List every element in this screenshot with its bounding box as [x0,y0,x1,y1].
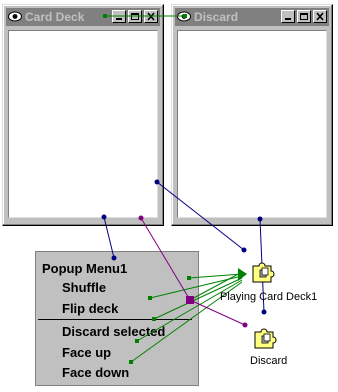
wire-endpoint [187,276,191,280]
wire-endpoint [183,14,187,18]
connection-wires [101,14,267,364]
wire-endpoint [111,255,117,261]
wire-endpoint [103,14,107,18]
wire [189,299,246,326]
wire-endpoint [154,179,160,185]
wire-endpoint [135,339,139,343]
wire-endpoint [242,322,248,328]
junction-node [186,296,194,304]
puzzle-piece-icon [252,262,275,283]
wire-endpoint [241,247,247,253]
wire-endpoint [257,216,263,222]
wire-endpoint [261,309,267,315]
wire-endpoint [129,360,133,364]
wire-endpoint [148,296,152,300]
wire-endpoint [101,214,107,220]
playing-card-deck-label: Playing Card Deck1 [220,291,318,303]
wire [140,217,191,301]
wire [156,181,245,251]
discard-component[interactable] [252,325,280,351]
puzzle-piece-icon [254,328,277,349]
wire-endpoint [138,215,144,221]
playing-card-deck-component[interactable] [250,259,278,285]
wire-endpoint [152,317,156,321]
wire [103,216,115,259]
wire [136,279,243,342]
discard-component-label: Discard [250,355,288,367]
wire-arrowhead [238,268,247,281]
